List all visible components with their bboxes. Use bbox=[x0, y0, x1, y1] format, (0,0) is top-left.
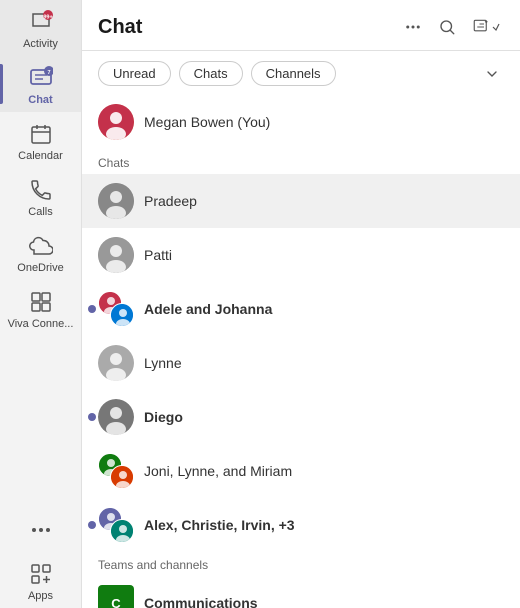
unread-indicator bbox=[88, 413, 96, 421]
chats-section-label: Chats bbox=[82, 150, 520, 174]
you-name: Megan Bowen (You) bbox=[144, 114, 270, 130]
chat-header: Chat bbox=[82, 0, 520, 51]
more-icon bbox=[27, 516, 55, 544]
activity-icon: 99+ bbox=[27, 8, 55, 36]
sidebar-item-activity-label: Activity bbox=[23, 38, 58, 50]
list-item[interactable]: Joni, Lynne, and Miriam bbox=[82, 444, 520, 498]
you-avatar bbox=[98, 104, 134, 140]
sidebar-item-calls-label: Calls bbox=[28, 206, 52, 218]
avatar: C bbox=[98, 585, 134, 608]
avatar-group bbox=[98, 291, 134, 327]
chat-name: Alex, Christie, Irvin, +3 bbox=[144, 517, 295, 533]
chat-icon: 7 bbox=[27, 64, 55, 92]
more-options-button[interactable] bbox=[400, 14, 426, 40]
sidebar-item-vivaconn[interactable]: Viva Conne... bbox=[0, 280, 81, 336]
search-button[interactable] bbox=[434, 14, 460, 40]
sidebar-item-calls[interactable]: Calls bbox=[0, 168, 81, 224]
teams-section-label: Teams and channels bbox=[82, 552, 520, 576]
chat-name: Diego bbox=[144, 409, 183, 425]
sidebar-item-onedrive-label: OneDrive bbox=[17, 262, 63, 274]
sidebar: 99+ Activity 7 Chat Calendar bbox=[0, 0, 82, 608]
page-title: Chat bbox=[98, 16, 400, 39]
chat-name: Lynne bbox=[144, 355, 182, 371]
sidebar-item-calendar-label: Calendar bbox=[18, 150, 63, 162]
viva-connections-icon bbox=[27, 288, 55, 316]
list-item[interactable]: Adele and Johanna bbox=[82, 282, 520, 336]
main-panel: Chat Unread Chats Channels bbox=[82, 0, 520, 608]
list-item[interactable]: Pradeep bbox=[82, 174, 520, 228]
list-item[interactable]: Lynne bbox=[82, 336, 520, 390]
list-item[interactable]: Alex, Christie, Irvin, +3 bbox=[82, 498, 520, 552]
calls-icon bbox=[27, 176, 55, 204]
avatar bbox=[98, 237, 134, 273]
unread-indicator bbox=[88, 305, 96, 313]
avatar bbox=[98, 399, 134, 435]
chat-name: Communications bbox=[144, 595, 258, 608]
avatar bbox=[98, 183, 134, 219]
filter-expand-button[interactable] bbox=[480, 62, 504, 86]
sidebar-item-apps[interactable]: Apps bbox=[0, 552, 81, 608]
header-actions bbox=[400, 14, 504, 40]
sidebar-item-more[interactable] bbox=[0, 508, 81, 552]
list-item[interactable]: C Communications bbox=[82, 576, 520, 608]
calendar-icon bbox=[27, 120, 55, 148]
chat-name: Patti bbox=[144, 247, 172, 263]
unread-indicator bbox=[88, 521, 96, 529]
sidebar-item-onedrive[interactable]: OneDrive bbox=[0, 224, 81, 280]
filter-tab-chats[interactable]: Chats bbox=[179, 61, 243, 86]
filter-tab-unread[interactable]: Unread bbox=[98, 61, 171, 86]
sidebar-item-chat[interactable]: 7 Chat bbox=[0, 56, 81, 112]
sidebar-item-apps-label: Apps bbox=[28, 590, 53, 602]
you-row[interactable]: Megan Bowen (You) bbox=[82, 94, 520, 150]
avatar-group bbox=[98, 507, 134, 543]
apps-icon bbox=[27, 560, 55, 588]
sidebar-item-chat-label: Chat bbox=[28, 94, 52, 106]
chat-list: Megan Bowen (You) Chats Pradeep Patti bbox=[82, 94, 520, 608]
sidebar-item-activity[interactable]: 99+ Activity bbox=[0, 0, 81, 56]
list-item[interactable]: Patti bbox=[82, 228, 520, 282]
sidebar-item-calendar[interactable]: Calendar bbox=[0, 112, 81, 168]
onedrive-icon bbox=[27, 232, 55, 260]
chat-name: Pradeep bbox=[144, 193, 197, 209]
list-item[interactable]: Diego bbox=[82, 390, 520, 444]
avatar bbox=[98, 345, 134, 381]
compose-button[interactable] bbox=[468, 14, 504, 40]
svg-text:7: 7 bbox=[47, 70, 50, 76]
filter-tab-channels[interactable]: Channels bbox=[251, 61, 336, 86]
sidebar-item-vivaconn-label: Viva Conne... bbox=[8, 318, 74, 330]
filter-bar: Unread Chats Channels bbox=[82, 51, 520, 94]
svg-text:99+: 99+ bbox=[43, 15, 52, 21]
chat-name: Adele and Johanna bbox=[144, 301, 272, 317]
avatar-group bbox=[98, 453, 134, 489]
chat-name: Joni, Lynne, and Miriam bbox=[144, 463, 292, 479]
